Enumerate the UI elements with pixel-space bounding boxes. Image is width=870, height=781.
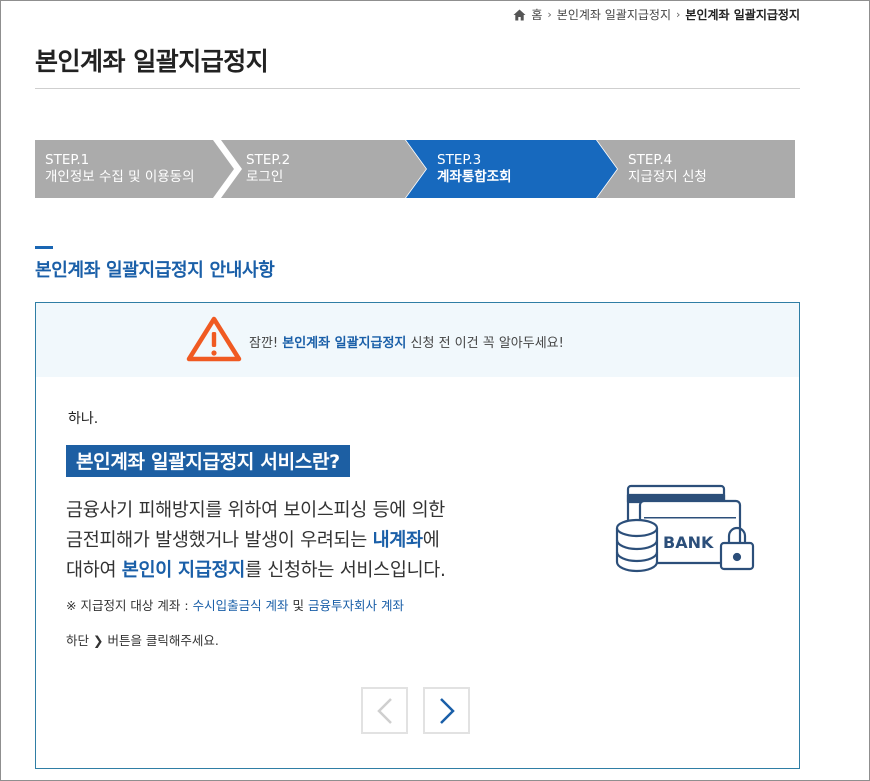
chevron-right-icon: › [547, 8, 552, 21]
step-1-name: 개인정보 수집 및 이용동의 [45, 169, 195, 185]
note-investment-account: 금융투자회사 계좌 [308, 598, 404, 613]
target-account-note: ※ 지급정지 대상 계좌 : 수시입출금식 계좌 및 금융투자회사 계좌 [66, 595, 404, 614]
page-title: 본인계좌 일괄지급정지 [35, 47, 269, 76]
ordinal-label: 하나. [68, 411, 99, 427]
notice-prefix: 잠깐! [249, 336, 283, 351]
chevron-right-icon: › [676, 8, 681, 21]
breadcrumb-level1[interactable]: 본인계좌 일괄지급정지 [557, 6, 671, 23]
desc-line-3: 대하여 본인이 지급정지를 신청하는 서비스입니다. [66, 556, 446, 586]
desc-line-2: 금전피해가 발생했거나 발생이 우려되는 내계좌에 [66, 526, 446, 556]
step-3: STEP.3 계좌통합조회 [437, 152, 512, 186]
info-box: 잠깐! 본인계좌 일괄지급정지 신청 전 이건 꼭 알아두세요! 하나. 본인계… [35, 302, 800, 769]
desc-line-3-a: 대하여 [66, 560, 122, 581]
desc-line-1: 금융사기 피해방지를 위하여 보이스피싱 등에 의한 [66, 500, 446, 521]
desc-highlight-self-stop: 본인이 지급정지 [121, 560, 245, 581]
hint-prefix: 하단 [66, 633, 93, 648]
chevron-left-icon [376, 697, 392, 724]
section-title: 본인계좌 일괄지급정지 안내사항 [35, 260, 275, 281]
desc-highlight-my-account: 내계좌 [372, 530, 423, 551]
step-2-number: STEP.2 [246, 152, 291, 168]
title-divider [35, 88, 800, 89]
chevron-right-icon [439, 697, 455, 724]
step-4-name: 지급정지 신청 [628, 169, 707, 185]
service-heading: 본인계좌 일괄지급정지 서비스란? [66, 445, 350, 477]
warning-triangle-icon [185, 315, 243, 367]
next-button[interactable] [423, 687, 470, 734]
breadcrumb-home[interactable]: 홈 [531, 6, 542, 23]
breadcrumb-current: 본인계좌 일괄지급정지 [685, 8, 800, 22]
step-1-number: STEP.1 [45, 152, 90, 168]
notice-highlight: 본인계좌 일괄지급정지 [282, 336, 407, 351]
step-2: STEP.2 로그인 [246, 152, 290, 186]
bank-label: BANK [663, 533, 714, 552]
desc-line-3-c: 를 신청하는 서비스입니다. [244, 560, 446, 581]
desc-line-2-a: 금전피해가 발생했거나 발생이 우려되는 [66, 530, 373, 551]
note-mid: 및 [288, 598, 308, 613]
home-icon[interactable] [513, 9, 526, 21]
desc-line-2-c: 에 [422, 530, 440, 551]
next-hint: 하단 ❯ 버튼을 클릭해주세요. [66, 630, 219, 649]
section-accent-bar [35, 246, 53, 249]
step-1: STEP.1 개인정보 수집 및 이용동의 [45, 152, 195, 186]
bank-lock-illustration: BANK [614, 483, 762, 585]
chevron-right-icon: ❯ [92, 633, 104, 648]
service-description: 금융사기 피해방지를 위하여 보이스피싱 등에 의한 금전피해가 발생했거나 발… [66, 496, 446, 586]
prev-button[interactable] [361, 687, 408, 734]
notice-suffix: 신청 전 이건 꼭 알아두세요! [406, 336, 564, 351]
step-indicator: STEP.1 개인정보 수집 및 이용동의 STEP.2 로그인 STEP.3 … [35, 140, 795, 198]
note-demand-deposit: 수시입출금식 계좌 [192, 598, 289, 613]
step-2-name: 로그인 [246, 169, 284, 185]
hint-suffix: 버튼을 클릭해주세요. [103, 633, 219, 648]
step-4: STEP.4 지급정지 신청 [628, 152, 707, 186]
step-4-number: STEP.4 [628, 152, 673, 168]
breadcrumb: 홈 › 본인계좌 일괄지급정지 › 본인계좌 일괄지급정지 [513, 6, 800, 23]
notice-text: 잠깐! 본인계좌 일괄지급정지 신청 전 이건 꼭 알아두세요! [249, 332, 564, 351]
step-3-number: STEP.3 [437, 152, 482, 168]
note-prefix: ※ 지급정지 대상 계좌 : [66, 598, 193, 613]
notice-banner: 잠깐! 본인계좌 일괄지급정지 신청 전 이건 꼭 알아두세요! [36, 303, 799, 377]
step-3-name: 계좌통합조회 [437, 169, 512, 185]
